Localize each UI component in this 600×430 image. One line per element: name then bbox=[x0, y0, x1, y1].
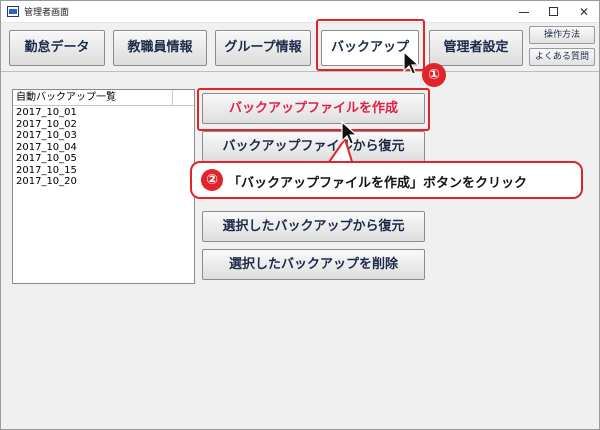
tab-admin-settings[interactable]: 管理者設定 bbox=[429, 30, 523, 66]
step-1-badge: ① bbox=[422, 63, 446, 87]
tab-staff-info[interactable]: 教職員情報 bbox=[113, 30, 207, 66]
list-item[interactable]: 2017_10_20 bbox=[16, 176, 77, 188]
list-header: 自動バックアップ一覧 bbox=[13, 90, 194, 106]
delete-selected-button[interactable]: 選択したバックアップを削除 bbox=[202, 249, 425, 280]
window-title: 管理者画面 bbox=[24, 8, 70, 18]
highlight-create-button bbox=[197, 88, 430, 131]
list-item[interactable]: 2017_10_15 bbox=[16, 165, 77, 177]
instruction-callout: ② 「バックアップファイルを作成」ボタンをクリック bbox=[190, 161, 583, 199]
list-item[interactable]: 2017_10_05 bbox=[16, 153, 77, 165]
app-icon bbox=[7, 6, 19, 17]
tab-attendance-data[interactable]: 勤怠データ bbox=[9, 30, 105, 66]
list-header-label: 自動バックアップ一覧 bbox=[13, 90, 173, 105]
maximize-icon[interactable] bbox=[539, 1, 569, 23]
restore-selected-button[interactable]: 選択したバックアップから復元 bbox=[202, 211, 425, 242]
manual-button[interactable]: 操作方法 bbox=[529, 26, 595, 44]
list-item[interactable]: 2017_10_03 bbox=[16, 130, 77, 142]
close-icon[interactable]: ✕ bbox=[569, 1, 599, 23]
step-2-badge: ② bbox=[201, 169, 223, 191]
list-item[interactable]: 2017_10_01 bbox=[16, 107, 77, 119]
admin-window: 管理者画面 ✕ 勤怠データ 教職員情報 グループ情報 バックアップ 管理者設定 … bbox=[0, 0, 600, 430]
title-bar: 管理者画面 ✕ bbox=[1, 1, 599, 23]
list-item[interactable]: 2017_10_04 bbox=[16, 142, 77, 154]
tab-group-info[interactable]: グループ情報 bbox=[215, 30, 311, 66]
restore-from-file-button[interactable]: バックアップファイルから復元 bbox=[202, 131, 425, 162]
mouse-pointer-icon bbox=[403, 51, 421, 75]
faq-button[interactable]: よくある質問 bbox=[529, 48, 595, 66]
mouse-pointer-icon bbox=[341, 121, 359, 145]
minimize-icon[interactable] bbox=[509, 1, 539, 23]
list-items: 2017_10_01 2017_10_02 2017_10_03 2017_10… bbox=[16, 107, 77, 188]
auto-backup-list[interactable]: 自動バックアップ一覧 2017_10_01 2017_10_02 2017_10… bbox=[12, 89, 195, 284]
toolbar-divider bbox=[1, 71, 599, 72]
list-item[interactable]: 2017_10_02 bbox=[16, 119, 77, 131]
instruction-text: 「バックアップファイルを作成」ボタンをクリック bbox=[228, 176, 528, 191]
